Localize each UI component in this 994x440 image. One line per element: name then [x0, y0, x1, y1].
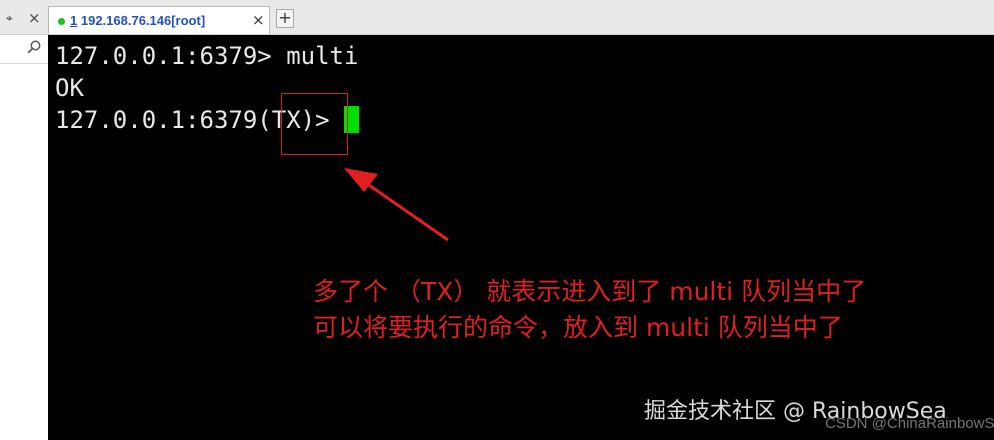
- close-icon[interactable]: ×: [28, 9, 41, 27]
- search-icon[interactable]: [27, 40, 41, 54]
- side-panel: ⌖ ×: [0, 0, 49, 440]
- pin-icon[interactable]: ⌖: [6, 11, 18, 25]
- watermark-secondary: CSDN @ChinaRainbowSea: [825, 415, 994, 432]
- tab-close-icon[interactable]: ×: [252, 12, 265, 28]
- annotation-text-line-1: 多了个 （TX） 就表示进入到了 multi 队列当中了: [313, 277, 867, 306]
- tab-host: 192.168.76.146[root]: [80, 13, 206, 28]
- annotation-text-line-2: 可以将要执行的命令，放入到 multi 队列当中了: [313, 313, 843, 342]
- side-panel-header: ⌖ ×: [0, 0, 48, 35]
- connection-status-icon: [58, 18, 65, 25]
- search-input[interactable]: [0, 35, 48, 64]
- tab-label: 1 192.168.76.146[root]: [70, 13, 205, 28]
- tab-session[interactable]: 1 192.168.76.146[root] ×: [48, 6, 270, 34]
- terminal[interactable]: 127.0.0.1:6379> multi OK 127.0.0.1:6379(…: [48, 35, 994, 440]
- add-tab-button[interactable]: +: [276, 9, 294, 28]
- tab-bar: 1 192.168.76.146[root] × +: [48, 0, 994, 35]
- annotation-arrow-icon: [344, 168, 449, 242]
- tab-number: 1: [70, 13, 78, 28]
